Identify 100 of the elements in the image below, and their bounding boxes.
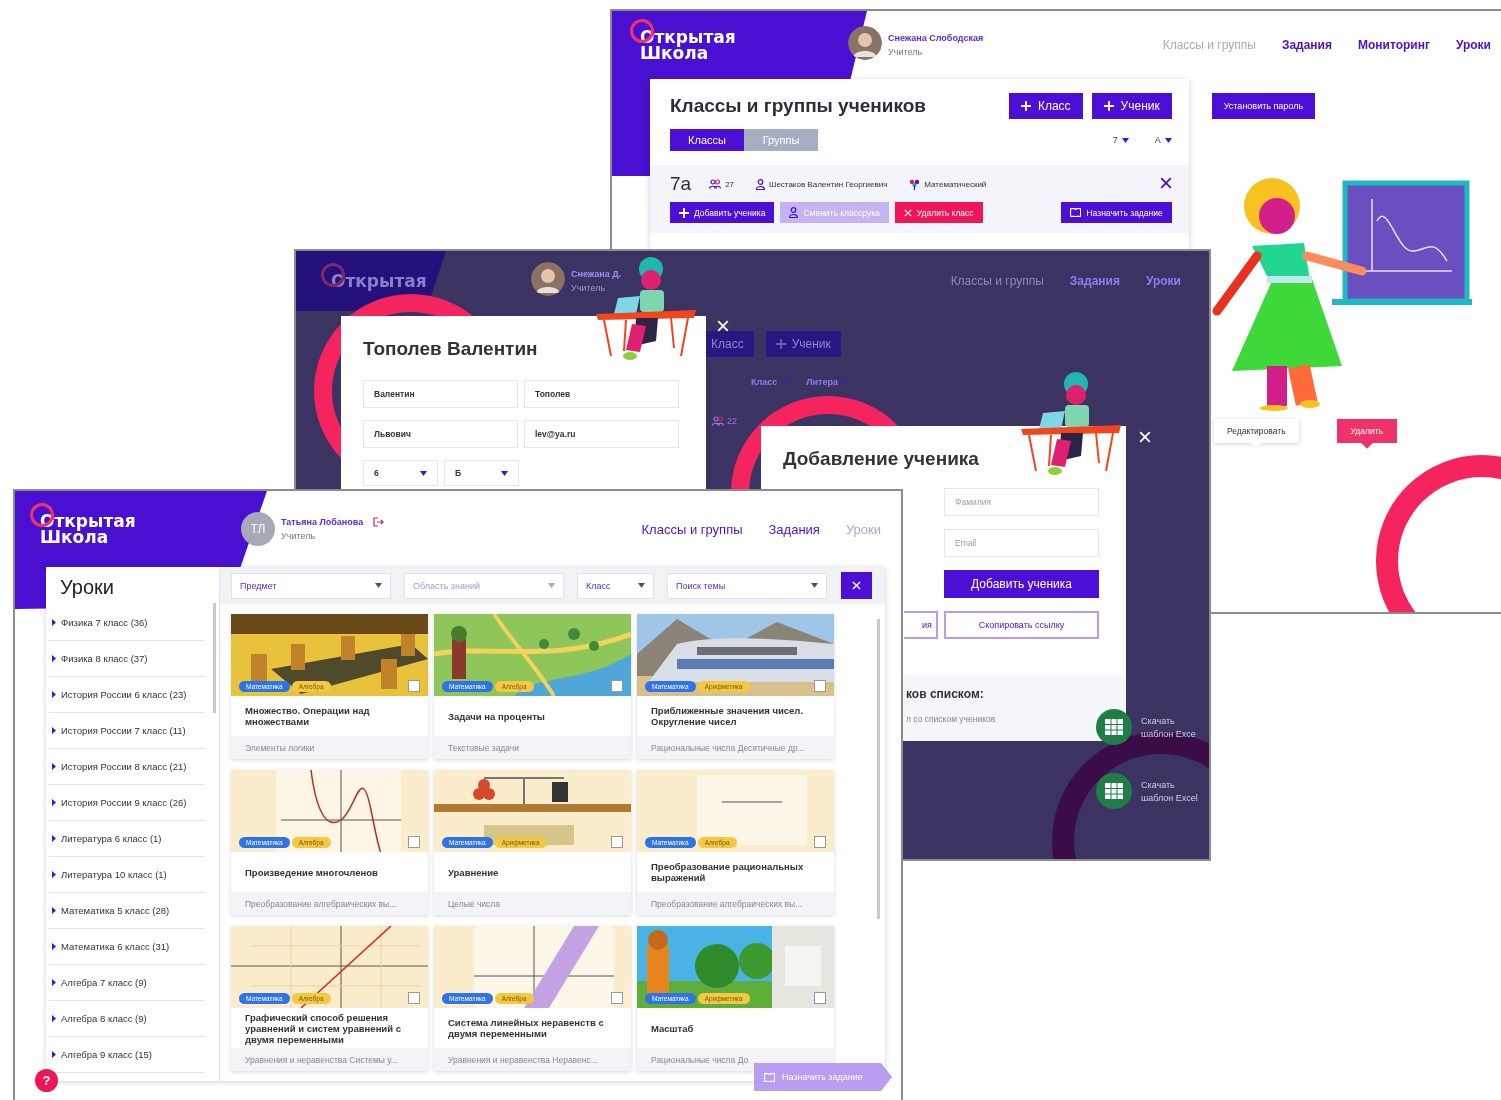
user-role: Учитель	[888, 47, 924, 57]
card-subtitle: Преобразование алгебраических вы...	[651, 898, 803, 909]
teacher-name: Шестаков Валентин Георгиевич	[769, 179, 888, 189]
avatar	[848, 26, 882, 60]
sidebar-item[interactable]: История России 9 класс (26)	[49, 785, 205, 821]
nav-link[interactable]: Задания	[768, 521, 820, 537]
checkbox[interactable]	[814, 836, 826, 848]
input-field[interactable]: Львович	[363, 420, 518, 448]
panel-title: Классы и группы учеников	[670, 95, 926, 117]
nav-link[interactable]: Задания	[1281, 38, 1332, 52]
help-button[interactable]: ?	[35, 1069, 58, 1092]
people-icon	[709, 179, 722, 189]
checkbox[interactable]	[611, 836, 623, 848]
add-button[interactable]: Ученик	[765, 331, 841, 357]
card-subtitle: Рациональные числа До	[651, 1054, 749, 1065]
card-subtitle: Элементы логики	[245, 742, 315, 753]
logo-text: Школа	[640, 45, 709, 61]
input-field[interactable]: lev@ya.ru	[524, 420, 679, 448]
section-hint: л со списком учеников	[906, 714, 997, 724]
input-field[interactable]: Тополев	[524, 380, 679, 408]
logout-icon[interactable]	[373, 517, 385, 527]
section-heading: ков списком:	[906, 687, 985, 701]
action-button[interactable]: Удалить класс	[894, 202, 983, 223]
card-subtitle: Рациональные числа Десятичные др...	[651, 742, 805, 753]
select-field[interactable]: 6	[363, 460, 438, 486]
sidebar-item[interactable]: Алгебра 7 класс (9)	[49, 965, 205, 1001]
sidebar-item[interactable]: История России 6 класс (23)	[49, 677, 205, 713]
plus-icon	[1103, 101, 1114, 111]
scrollbar[interactable]	[213, 603, 216, 713]
select-field[interactable]: Б	[444, 460, 519, 486]
student-count: 27	[725, 179, 735, 189]
sidebar-item[interactable]: Алгебра 8 класс (9)	[49, 1001, 205, 1037]
action-button[interactable]: Добавить ученика	[670, 202, 775, 223]
person-icon	[756, 178, 766, 190]
card-title: Задачи на проценты	[448, 710, 545, 722]
tab[interactable]: Классы	[670, 129, 744, 151]
download-link[interactable]: шаблон Excel	[1141, 792, 1198, 803]
class-profile: Математический	[924, 179, 987, 189]
checkbox[interactable]	[408, 680, 420, 692]
card-title: Уравнение	[448, 866, 499, 878]
book-icon	[764, 1072, 775, 1082]
card-subtitle: Текстовые задачи	[448, 742, 520, 753]
caret-icon	[52, 1015, 56, 1022]
checkbox[interactable]	[611, 680, 623, 692]
nav-link[interactable]: Уроки	[1455, 38, 1491, 52]
filter-dropdown[interactable]: 7	[1112, 135, 1129, 145]
checkbox[interactable]	[408, 992, 420, 1004]
set-password-button[interactable]: Установить пароль	[1211, 93, 1316, 119]
caret-icon	[1164, 137, 1172, 143]
card-title: Система линейных неравенств с двумя переменными	[448, 1017, 605, 1039]
nav-link[interactable]: Классы и группы	[950, 274, 1044, 288]
filter-dropdown[interactable]: А	[1154, 135, 1172, 145]
download-link[interactable]: Скачать	[1141, 715, 1196, 726]
caret-icon	[52, 763, 56, 770]
class-name: 7а	[670, 173, 692, 195]
link-button[interactable]: ия	[904, 611, 938, 639]
sidebar-item[interactable]: Литература 10 класс (1)	[49, 857, 205, 893]
add-button[interactable]: Класс	[1008, 93, 1083, 119]
download-link[interactable]: Скачать	[1141, 779, 1198, 790]
clear-button[interactable]	[841, 572, 872, 599]
nav-link[interactable]: Мониторинг	[1358, 38, 1430, 52]
avatar: ТЛ	[241, 512, 275, 546]
scrollbar[interactable]	[877, 619, 880, 919]
add-button[interactable]: Ученик	[1091, 93, 1172, 119]
sidebar-item[interactable]: Физика 7 класс (36)	[49, 605, 205, 641]
avatar	[531, 262, 565, 296]
card-subtitle: Целые числа	[448, 898, 500, 909]
caret-icon	[781, 379, 789, 385]
close-icon[interactable]	[1159, 177, 1172, 189]
checkbox[interactable]	[408, 836, 420, 848]
caret-icon	[52, 727, 56, 734]
sidebar-item[interactable]: История России 7 класс (11)	[49, 713, 205, 749]
input-field[interactable]: Email	[944, 529, 1099, 557]
filter-dropdown[interactable]: Поиск темы	[667, 572, 827, 599]
plus-icon	[679, 207, 689, 218]
sidebar-item[interactable]: История России 8 класс (21)	[49, 749, 205, 785]
logo-text: Школа	[40, 529, 109, 545]
input-field[interactable]: Фамилия	[944, 488, 1099, 516]
add-student-button[interactable]: Добавить ученика	[944, 570, 1099, 598]
card-title: Множество. Операции над множествами	[245, 705, 371, 727]
sidebar-item[interactable]: Физика 8 класс (37)	[49, 641, 205, 677]
download-link[interactable]: шаблон Exce	[1141, 728, 1196, 739]
sidebar-item[interactable]: Математика 5 класс (28)	[49, 893, 205, 929]
nav-link[interactable]: Классы и группы	[641, 521, 743, 537]
sidebar-item[interactable]: Математика 6 класс (31)	[49, 929, 205, 965]
spreadsheet-icon[interactable]	[1096, 709, 1132, 745]
input-field[interactable]: Валентин	[363, 380, 518, 408]
checkbox[interactable]	[814, 680, 826, 692]
spreadsheet-icon[interactable]	[1096, 773, 1132, 809]
action-button[interactable]: Назначить задание	[1061, 202, 1172, 223]
copy-link-button[interactable]: Скопировать ссылку	[944, 611, 1099, 639]
caret-icon	[52, 1051, 56, 1058]
filter-dropdown[interactable]: Предмет	[231, 572, 391, 599]
checkbox[interactable]	[814, 992, 826, 1004]
checkbox[interactable]	[611, 992, 623, 1004]
filter-dropdown[interactable]: Класс	[577, 572, 654, 599]
book-icon	[1070, 208, 1082, 217]
user-role: Учитель	[281, 531, 317, 541]
sidebar-item[interactable]: Литература 6 класс (1)	[49, 821, 205, 857]
plus-icon	[1020, 101, 1031, 111]
